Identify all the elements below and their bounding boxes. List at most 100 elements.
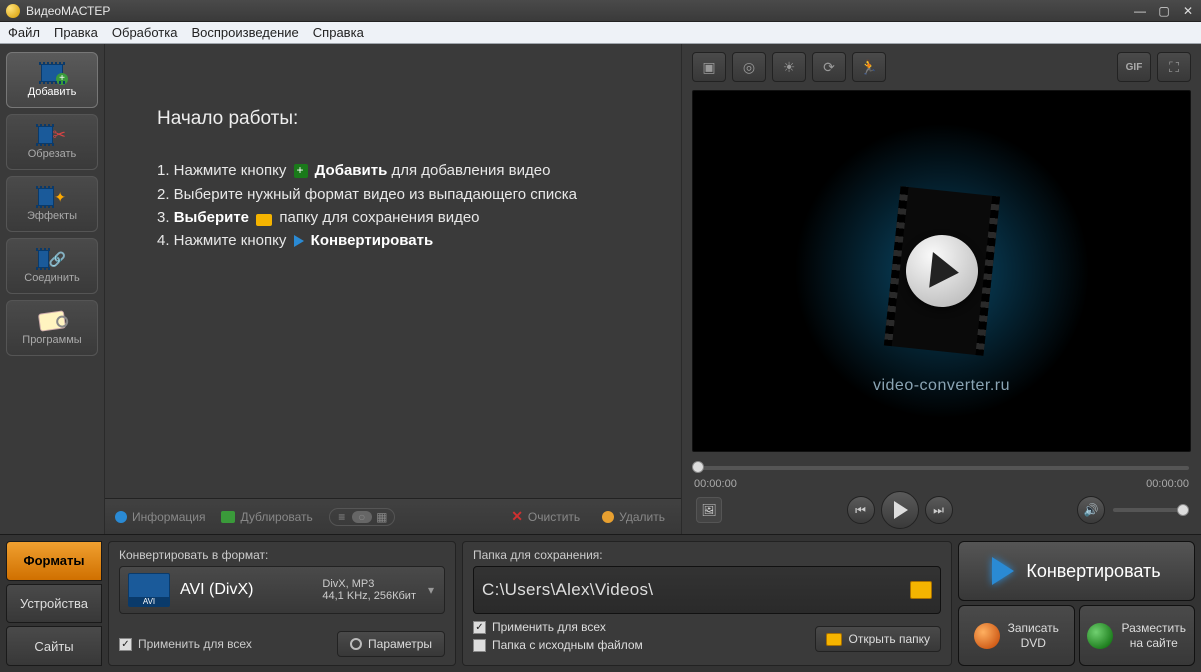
image-icon: 🖼 <box>701 503 716 517</box>
scissors-icon: ✂ <box>38 124 66 146</box>
clear-button[interactable]: ✕Очистить <box>511 508 580 525</box>
time-display: 00:00:00 00:00:00 <box>692 478 1191 490</box>
sidebar-join-label: Соединить <box>24 272 80 284</box>
volume-slider[interactable] <box>1113 508 1187 512</box>
format-selector[interactable]: AVI AVI (DivX) DivX, MP3 44,1 KHz, 256Кб… <box>119 566 445 614</box>
vignette-button[interactable]: ◎ <box>732 52 766 82</box>
fullscreen-icon: ⛶ <box>1169 59 1179 76</box>
close-button[interactable]: ✕ <box>1181 4 1195 18</box>
app-title: ВидеоМАСТЕР <box>26 4 110 18</box>
tab-devices[interactable]: Устройства <box>6 584 102 624</box>
sidebar-effects[interactable]: ✦ Эффекты <box>6 176 98 232</box>
convert-button[interactable]: Конвертировать <box>958 541 1195 601</box>
film-frame-icon <box>883 186 999 356</box>
rotate-button[interactable]: ⟳ <box>812 52 846 82</box>
chevron-down-icon: ▾ <box>428 583 434 597</box>
snapshot-button[interactable]: 🖼 <box>696 497 722 523</box>
folder-use-source[interactable]: ✓Папка с исходным файлом <box>473 638 643 652</box>
play-controls: 🖼 ⏮ ⏭ 🔊 <box>692 490 1191 530</box>
inline-arrow-icon <box>294 235 304 247</box>
folder-title: Папка для сохранения: <box>473 548 941 562</box>
maximize-button[interactable]: ▢ <box>1157 4 1171 18</box>
sidebar-programs[interactable]: Программы <box>6 300 98 356</box>
step-2: 2. Выберите нужный формат видео из выпад… <box>157 183 659 206</box>
app-icon <box>6 4 20 18</box>
duplicate-button[interactable]: Дублировать <box>221 510 312 524</box>
titlebar: ВидеоМАСТЕР — ▢ ✕ <box>0 0 1201 22</box>
menu-playback[interactable]: Воспроизведение <box>191 25 298 40</box>
gif-button[interactable]: GIF <box>1117 52 1151 82</box>
view-list-icon: ≡ <box>332 511 352 523</box>
menu-edit[interactable]: Правка <box>54 25 98 40</box>
output-path[interactable]: C:\Users\Alex\Videos\ <box>482 580 902 600</box>
format-name: AVI (DivX) <box>180 581 253 599</box>
format-meta-2: 44,1 KHz, 256Кбит <box>322 590 416 602</box>
volume-thumb[interactable] <box>1177 504 1189 516</box>
open-folder-button[interactable]: Открыть папку <box>815 626 941 652</box>
sidebar-trim-label: Обрезать <box>28 148 77 160</box>
bottom-panel: Форматы Устройства Сайты Конвертировать … <box>0 534 1201 672</box>
minimize-button[interactable]: — <box>1133 4 1147 18</box>
video-area[interactable]: video-converter.ru <box>692 90 1191 452</box>
menu-help[interactable]: Справка <box>313 25 364 40</box>
speed-button[interactable]: 🏃 <box>852 52 886 82</box>
path-row: C:\Users\Alex\Videos\ <box>473 566 941 614</box>
next-button[interactable]: ⏭ <box>925 496 953 524</box>
menu-file[interactable]: Файл <box>8 25 40 40</box>
tab-formats[interactable]: Форматы <box>6 541 102 581</box>
menu-process[interactable]: Обработка <box>112 25 178 40</box>
folder-icon <box>826 633 842 646</box>
info-icon <box>115 511 127 523</box>
sidebar-join[interactable]: 🔗 Соединить <box>6 238 98 294</box>
seek-bar[interactable] <box>692 458 1191 478</box>
brand-watermark: video-converter.ru <box>873 377 1010 395</box>
delete-icon <box>602 511 614 523</box>
tab-sites[interactable]: Сайты <box>6 626 102 666</box>
step-1: 1. Нажмите кнопку Добавить для добавлени… <box>157 159 659 182</box>
sun-icon: ☀ <box>783 59 796 76</box>
duplicate-icon <box>221 511 235 523</box>
folder-apply-all[interactable]: ✓Применить для всех <box>473 620 643 634</box>
actions-panel: Конвертировать ЗаписатьDVD Разместитьна … <box>958 541 1195 666</box>
browse-folder-button[interactable] <box>910 581 932 599</box>
info-button[interactable]: Информация <box>115 510 205 524</box>
delete-button[interactable]: Удалить <box>602 508 665 525</box>
play-badge-icon <box>902 231 981 310</box>
view-toggle[interactable]: ≡ ○ ▦ <box>329 508 395 526</box>
format-apply-all[interactable]: ✓ Применить для всех <box>119 637 252 651</box>
inline-folder-icon <box>256 214 272 226</box>
crop-button[interactable]: ▣ <box>692 52 726 82</box>
gif-icon: GIF <box>1126 62 1143 73</box>
chain-icon: 🔗 <box>38 248 66 270</box>
vignette-icon: ◎ <box>743 59 755 76</box>
sidebar-add-label: Добавить <box>28 86 77 98</box>
fullscreen-button[interactable]: ⛶ <box>1157 52 1191 82</box>
folder-panel: Папка для сохранения: C:\Users\Alex\Vide… <box>462 541 952 666</box>
crop-icon: ▣ <box>702 59 715 76</box>
brightness-button[interactable]: ☀ <box>772 52 806 82</box>
sidebar-add[interactable]: + Добавить <box>6 52 98 108</box>
publish-button[interactable]: Разместитьна сайте <box>1079 605 1196 666</box>
seek-track <box>694 466 1189 470</box>
clear-icon: ✕ <box>511 508 523 525</box>
format-title: Конвертировать в формат: <box>119 548 445 562</box>
inline-add-icon <box>294 164 308 178</box>
seek-thumb[interactable] <box>692 461 704 473</box>
prev-button[interactable]: ⏮ <box>847 496 875 524</box>
mute-button[interactable]: 🔊 <box>1077 496 1105 524</box>
format-meta-1: DivX, MP3 <box>322 578 416 590</box>
burn-dvd-button[interactable]: ЗаписатьDVD <box>958 605 1075 666</box>
add-icon: + <box>38 62 66 84</box>
instructions: Начало работы: 1. Нажмите кнопку Добавит… <box>105 44 681 498</box>
window-controls: — ▢ ✕ <box>1133 4 1195 18</box>
checkbox-icon: ✓ <box>473 639 486 652</box>
checkbox-icon: ✓ <box>473 621 486 634</box>
volume-control: 🔊 <box>1077 496 1187 524</box>
params-button[interactable]: Параметры <box>337 631 445 657</box>
sidebar-trim[interactable]: ✂ Обрезать <box>6 114 98 170</box>
preview-toolbar: ▣ ◎ ☀ ⟳ 🏃 GIF ⛶ <box>692 52 1191 84</box>
convert-arrow-icon <box>992 557 1014 585</box>
checkbox-icon: ✓ <box>119 638 132 651</box>
view-grid-icon: ▦ <box>372 511 392 523</box>
play-button[interactable] <box>881 491 919 529</box>
